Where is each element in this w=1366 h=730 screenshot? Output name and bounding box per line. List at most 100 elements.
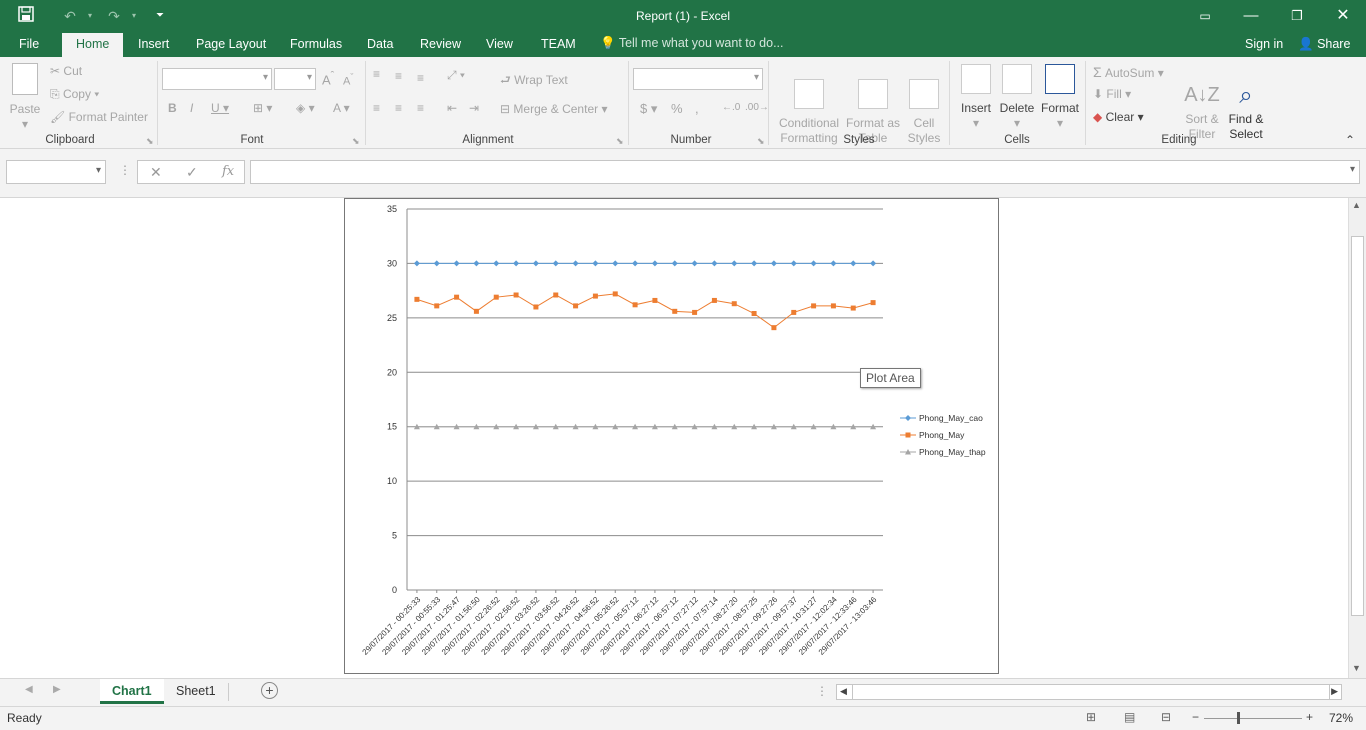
page-layout-view-icon[interactable]: ▤ — [1124, 710, 1135, 724]
conditional-formatting-button[interactable]: Conditional Formatting — [774, 64, 844, 146]
scroll-sheets-left-icon[interactable]: ◀ — [25, 684, 33, 695]
scroll-left-icon[interactable]: ◀ — [840, 686, 847, 697]
zoom-level[interactable]: 72% — [1329, 711, 1353, 725]
share-button[interactable]: 👤 Share — [1298, 37, 1350, 52]
autosum-label: AutoSum — [1105, 66, 1155, 80]
autosum-button[interactable]: Σ AutoSum ▾ — [1093, 64, 1164, 80]
currency-icon[interactable]: $ ▾ — [640, 101, 657, 117]
horizontal-scrollbar[interactable]: ◀ ▶ — [836, 684, 1342, 700]
dialog-launcher-icon[interactable]: ⬊ — [757, 136, 765, 147]
minimize-button[interactable]: — — [1228, 0, 1274, 32]
cut-button[interactable]: ✂ Cut — [50, 64, 82, 78]
tell-me-search[interactable]: 💡 Tell me what you want to do... — [600, 36, 784, 51]
dialog-launcher-icon[interactable]: ⬊ — [146, 136, 154, 147]
wrap-text-button[interactable]: ⮐ Wrap Text — [500, 71, 568, 92]
new-sheet-icon[interactable]: + — [261, 682, 278, 699]
format-cells-button[interactable]: Format ▾ — [1038, 64, 1082, 131]
tab-review[interactable]: Review — [420, 36, 461, 57]
zoom-slider-thumb[interactable] — [1237, 712, 1240, 724]
orientation-icon[interactable]: ⤢ ▾ — [447, 68, 465, 83]
tab-file[interactable]: File — [19, 36, 39, 57]
tab-insert[interactable]: Insert — [138, 36, 169, 57]
bold-icon[interactable]: B — [168, 101, 177, 115]
tab-team[interactable]: TEAM — [541, 36, 576, 57]
increase-decimal-icon[interactable]: ←.0 — [722, 102, 740, 113]
insert-cells-button[interactable]: Insert ▾ — [956, 64, 996, 131]
tab-page-layout[interactable]: Page Layout — [196, 36, 266, 57]
data-point — [552, 260, 559, 267]
copy-button[interactable]: ⎘ Copy ▾ — [50, 87, 99, 102]
shrink-font-icon[interactable]: Aˇ — [343, 72, 353, 88]
scroll-right-icon[interactable]: ▶ — [1331, 686, 1338, 697]
scroll-down-icon[interactable]: ▼ — [1352, 663, 1361, 673]
horizontal-scroll-thumb[interactable] — [852, 685, 1330, 699]
merge-icon: ⊟ — [500, 102, 511, 116]
restore-button[interactable]: ❐ — [1274, 0, 1320, 32]
number-format-combo[interactable] — [633, 68, 763, 90]
paste-button[interactable]: Paste ▾ — [8, 63, 42, 132]
zoom-slider[interactable] — [1204, 718, 1302, 719]
font-color-icon[interactable]: A ▾ — [333, 101, 350, 115]
tab-formulas[interactable]: Formulas — [290, 36, 342, 57]
data-point — [751, 311, 757, 317]
magnifier-icon: ⌕ — [1239, 82, 1253, 109]
tab-split-handle-icon[interactable]: ⋮ — [816, 684, 828, 698]
font-size-combo[interactable] — [274, 68, 316, 90]
increase-indent-icon[interactable]: ⇥ — [469, 101, 479, 115]
top-align-icon[interactable]: ≡ — [373, 67, 380, 81]
scroll-up-icon[interactable]: ▲ — [1352, 200, 1361, 210]
zoom-in-icon[interactable]: + — [1306, 710, 1313, 724]
sheet-tab-sheet1[interactable]: Sheet1 — [164, 679, 228, 704]
cell-styles-button[interactable]: Cell Styles — [902, 64, 946, 146]
formula-input[interactable]: ▾ — [250, 160, 1360, 184]
find-select-button[interactable]: ⌕ Find & Select — [1224, 64, 1268, 142]
data-point — [651, 260, 658, 267]
decrease-decimal-icon[interactable]: .00→ — [745, 102, 769, 113]
middle-align-icon[interactable]: ≡ — [395, 69, 402, 83]
ribbon-display-options-icon[interactable]: ▭ — [1182, 0, 1228, 32]
align-right-icon[interactable]: ≡ — [417, 101, 424, 115]
font-name-combo[interactable] — [162, 68, 272, 90]
tab-home[interactable]: Home — [62, 33, 124, 57]
scroll-sheets-right-icon[interactable]: ▶ — [53, 684, 61, 695]
close-button[interactable]: ✕ — [1320, 0, 1366, 32]
decrease-indent-icon[interactable]: ⇤ — [447, 101, 457, 115]
delete-cells-button[interactable]: Delete ▾ — [997, 64, 1037, 131]
enter-icon[interactable]: ✓ — [186, 164, 198, 181]
borders-icon[interactable]: ⊞ ▾ — [253, 101, 272, 115]
chart-area[interactable]: 0 5 10 15 20 25 30 35 29/07/2017 - 00:25:33 29/07… — [344, 198, 999, 674]
sign-in-link[interactable]: Sign in — [1245, 37, 1283, 51]
sheet-tab-chart1[interactable]: Chart1 — [100, 679, 164, 704]
comma-icon[interactable]: , — [695, 101, 699, 116]
clear-button[interactable]: ◆ Clear ▾ — [1093, 110, 1144, 124]
tab-data[interactable]: Data — [367, 36, 393, 57]
dialog-launcher-icon[interactable]: ⬊ — [616, 136, 624, 147]
collapse-ribbon-icon[interactable]: ⌃ — [1345, 133, 1355, 147]
fill-button[interactable]: ⬇ Fill ▾ — [1093, 87, 1131, 101]
percent-icon[interactable]: % — [671, 101, 683, 116]
name-box[interactable] — [6, 160, 106, 184]
italic-icon[interactable]: I — [190, 101, 193, 115]
normal-view-icon[interactable]: ⊞ — [1086, 710, 1096, 724]
align-left-icon[interactable]: ≡ — [373, 101, 380, 115]
fill-color-icon[interactable]: ◈ ▾ — [296, 101, 315, 115]
page-break-view-icon[interactable]: ⊟ — [1161, 710, 1171, 724]
tab-view[interactable]: View — [486, 36, 513, 57]
merge-center-button[interactable]: ⊟ Merge & Center ▾ — [500, 102, 607, 116]
bottom-align-icon[interactable]: ≡ — [417, 71, 424, 85]
insert-function-icon[interactable]: fx — [222, 164, 234, 179]
center-icon[interactable]: ≡ — [395, 101, 402, 115]
sort-filter-button[interactable]: A↓Z Sort & Filter — [1180, 64, 1224, 142]
zoom-out-icon[interactable]: − — [1192, 710, 1199, 724]
cancel-icon[interactable]: ✕ — [150, 164, 162, 181]
vertical-scroll-thumb[interactable] — [1351, 236, 1364, 616]
vertical-scrollbar[interactable]: ▲ ▼ — [1348, 198, 1366, 679]
underline-icon[interactable]: U ▾ — [211, 101, 229, 115]
line-chart[interactable]: 0510152025303529/07/2017 - 00:25:3329/07… — [345, 199, 998, 673]
ribbon-home: Paste ▾ ✂ Cut ⎘ Copy ▾ 🖌 Format Painter C… — [0, 57, 1366, 149]
expand-formula-bar-icon[interactable]: ▾ — [1350, 164, 1355, 175]
number-group-label: Number — [670, 134, 712, 146]
dialog-launcher-icon[interactable]: ⬊ — [352, 136, 360, 147]
grow-font-icon[interactable]: Aˆ — [322, 70, 334, 87]
format-painter-button[interactable]: 🖌 Format Painter — [50, 110, 148, 124]
